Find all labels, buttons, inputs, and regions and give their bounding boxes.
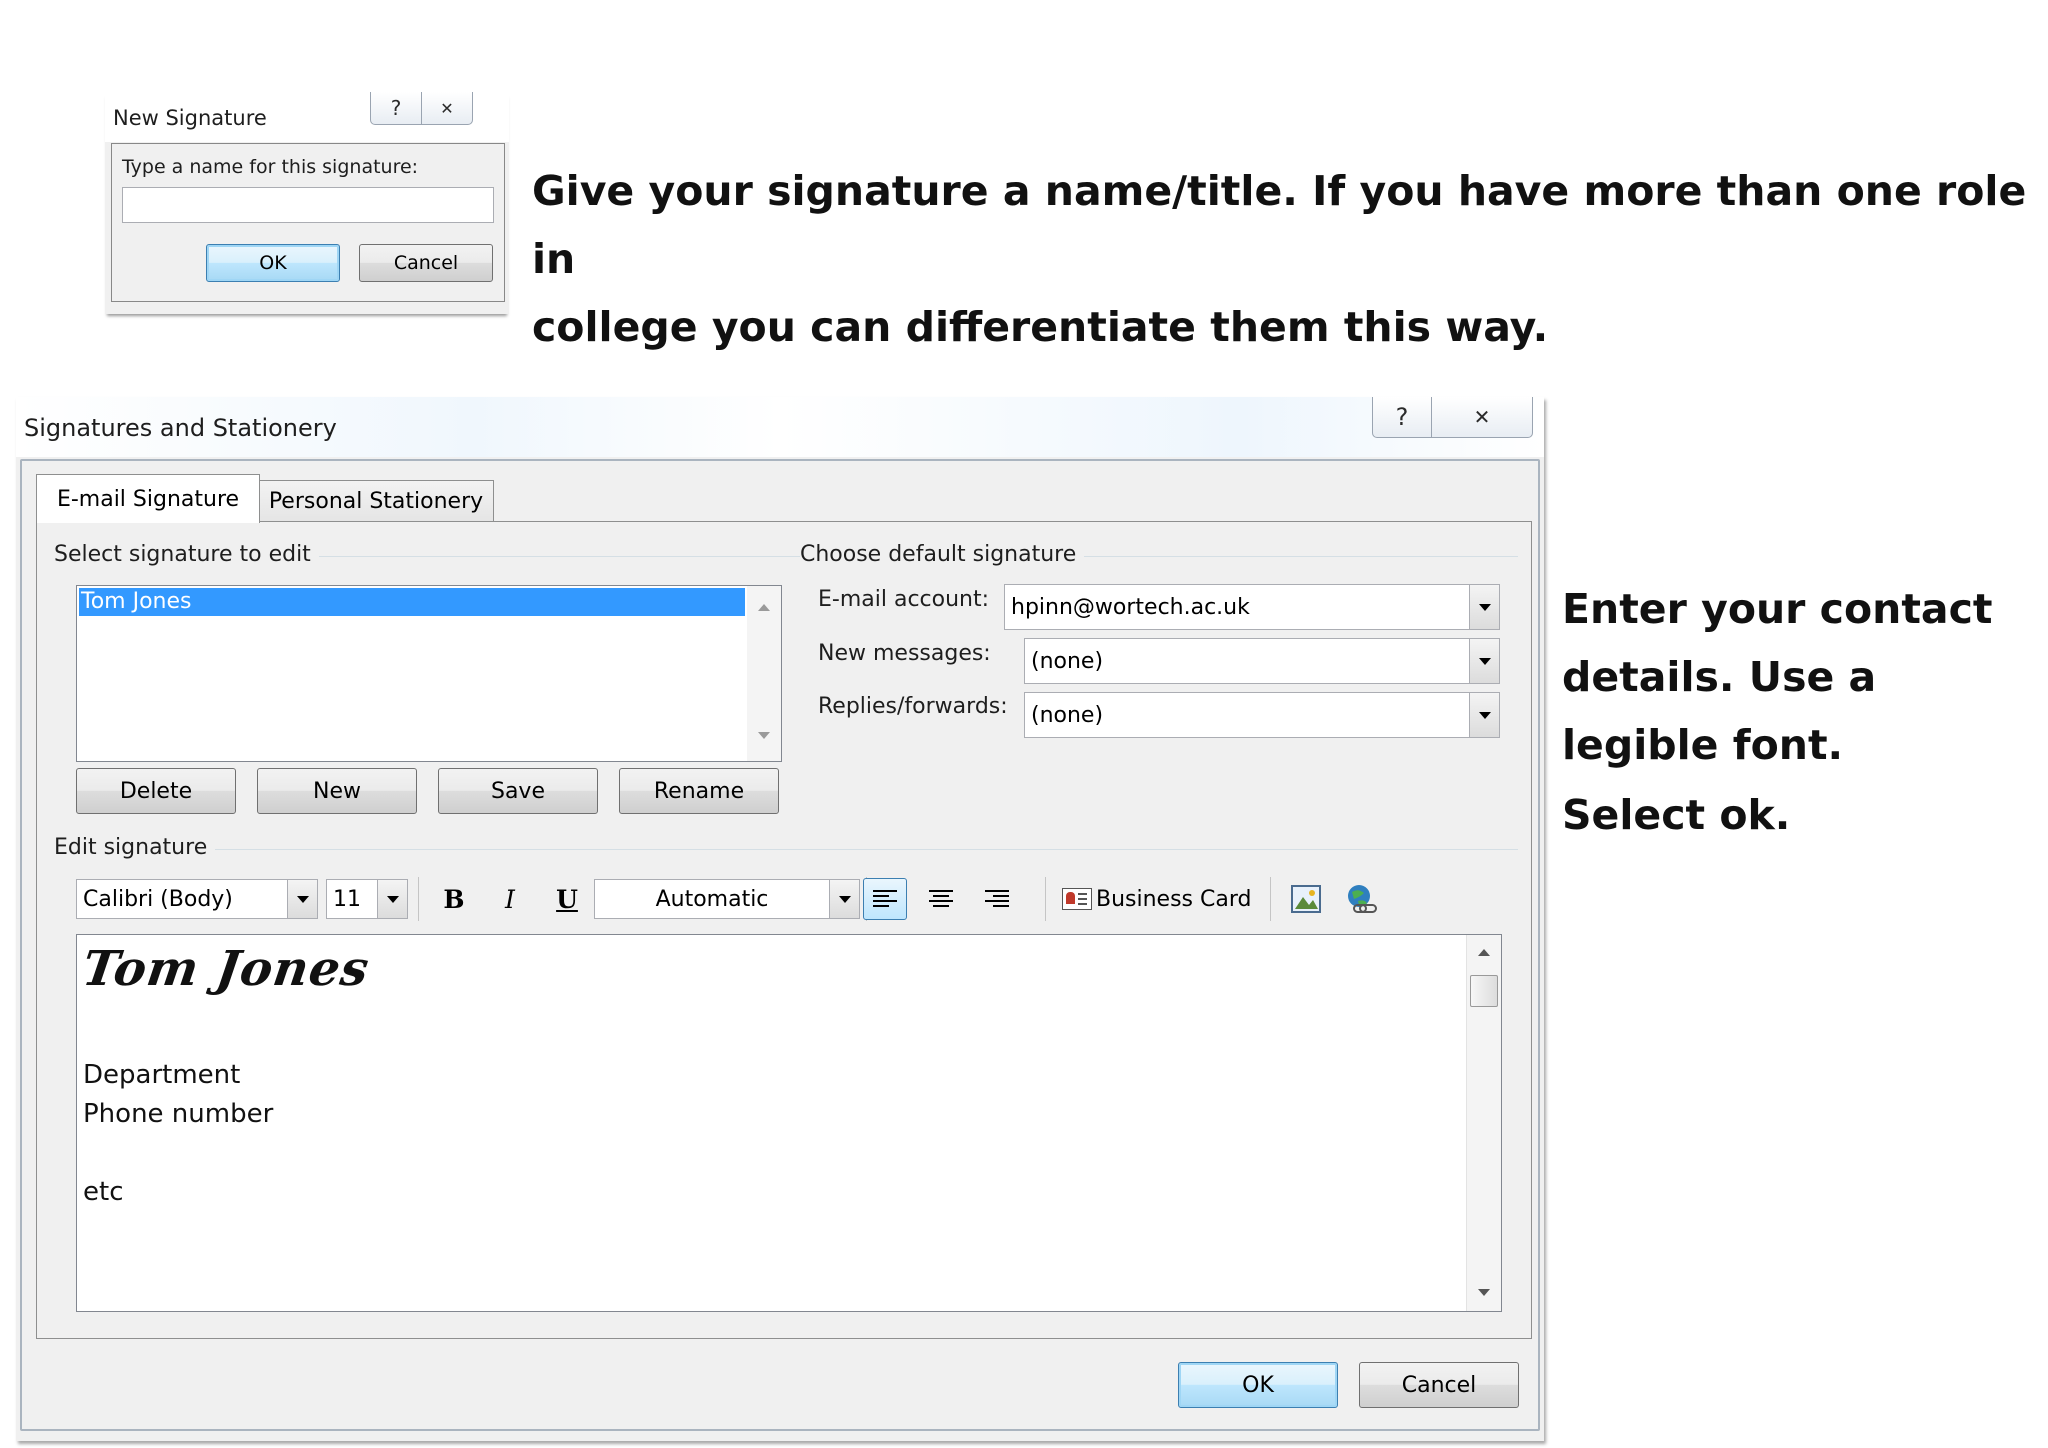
new-signature-dialog: New Signature ? ✕ Type a name for this s… [105,92,509,314]
instruction-contact-details: Enter your contact details. Use a legibl… [1562,585,1993,839]
help-icon[interactable]: ? [371,92,421,124]
signature-editor[interactable]: Tom Jones Department Phone number etc [76,934,1502,1312]
signature-line-phone: Phone number [83,1099,274,1129]
replies-forwards-label: Replies/forwards: [818,694,1008,719]
editor-scrollbar[interactable] [1466,935,1501,1311]
new-messages-select[interactable]: (none) [1024,638,1500,684]
chevron-down-icon[interactable] [1469,693,1499,737]
signature-line-department: Department [83,1060,241,1090]
scroll-up-icon[interactable] [758,604,770,611]
chevron-down-icon[interactable] [377,880,407,918]
delete-button[interactable]: Delete [76,768,236,814]
signature-list-scrollbar[interactable] [747,586,781,761]
signature-list-item[interactable]: Tom Jones [79,588,745,616]
tab-personal-stationery[interactable]: Personal Stationery [258,480,494,521]
chevron-down-icon[interactable] [1469,585,1499,629]
new-button[interactable]: New [257,768,417,814]
insert-picture-icon[interactable] [1286,879,1326,919]
email-account-select[interactable]: hpinn@wortech.ac.uk [1004,584,1500,630]
font-color-select[interactable]: Automatic [594,879,860,919]
chevron-down-icon[interactable] [829,880,859,918]
instruction-name-signature: Give your signature a name/title. If you… [532,167,2027,351]
new-signature-body: Type a name for this signature: OK Cance… [111,143,505,302]
align-right-icon[interactable] [975,878,1019,920]
signature-script-image: Tom Jones [79,941,373,997]
align-center-icon[interactable] [919,878,963,920]
signature-line-etc: etc [83,1177,124,1207]
signatures-titlebar: Signatures and Stationery [16,397,1544,457]
underline-button[interactable]: U [547,879,587,919]
new-signature-caption-buttons: ? ✕ [370,92,473,125]
edit-group-line [54,849,1518,850]
align-left-icon[interactable] [863,878,907,920]
signature-list[interactable]: Tom Jones [76,585,782,762]
new-signature-title: New Signature [113,106,267,130]
scroll-thumb[interactable] [1470,975,1498,1007]
close-icon[interactable]: ✕ [421,92,472,124]
business-card-button[interactable]: Business Card [1062,879,1270,919]
new-signature-ok-button[interactable]: OK [206,244,340,282]
signature-name-prompt: Type a name for this signature: [122,156,419,178]
chevron-down-icon[interactable] [1469,639,1499,683]
rename-button[interactable]: Rename [619,768,779,814]
chevron-down-icon[interactable] [287,880,317,918]
replies-forwards-select[interactable]: (none) [1024,692,1500,738]
default-group-label: Choose default signature [800,542,1085,567]
bold-button[interactable]: B [434,879,474,919]
save-button[interactable]: Save [438,768,598,814]
scroll-up-icon[interactable] [1478,949,1490,956]
select-group-label: Select signature to edit [54,542,319,567]
ok-button[interactable]: OK [1178,1362,1338,1408]
toolbar-separator [1270,877,1271,921]
font-size-select[interactable]: 11 [326,879,408,919]
italic-button[interactable]: I [490,879,530,919]
signatures-title: Signatures and Stationery [24,414,337,442]
business-card-icon [1062,888,1092,910]
cancel-button[interactable]: Cancel [1359,1362,1519,1408]
new-messages-label: New messages: [818,641,991,666]
close-icon[interactable]: ✕ [1431,397,1532,437]
toolbar-separator [418,877,419,921]
help-icon[interactable]: ? [1373,397,1431,437]
email-account-label: E-mail account: [818,587,990,612]
signatures-dialog: Signatures and Stationery ? ✕ E-mail Sig… [16,397,1544,1441]
scroll-down-icon[interactable] [1478,1289,1490,1296]
toolbar-separator [1045,877,1046,921]
new-signature-cancel-button[interactable]: Cancel [359,244,493,282]
signature-name-input[interactable] [122,187,494,223]
tab-email-signature[interactable]: E-mail Signature [36,474,260,523]
signatures-caption-buttons: ? ✕ [1372,397,1533,438]
edit-group-label: Edit signature [54,835,216,860]
font-select[interactable]: Calibri (Body) [76,879,318,919]
scroll-down-icon[interactable] [758,732,770,739]
insert-hyperlink-icon[interactable] [1340,879,1382,919]
